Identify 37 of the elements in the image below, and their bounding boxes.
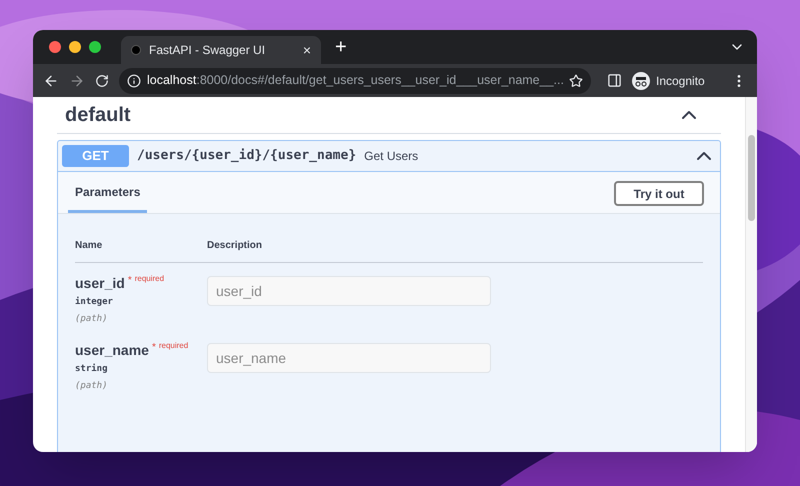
parameter-location: (path) — [75, 380, 109, 392]
endpoint-path: /users/{user_id}/{user_name} — [137, 147, 356, 166]
reload-icon[interactable] — [95, 74, 109, 88]
parameter-name: user_id — [75, 274, 125, 293]
back-icon[interactable] — [43, 72, 59, 88]
required-asterisk: * — [128, 274, 132, 288]
info-icon[interactable] — [127, 74, 141, 88]
url-text: localhost:8000/docs#/default/get_users_users__user_id___user_name__... — [147, 72, 563, 90]
column-header: Description — [207, 239, 262, 253]
side-panel-icon[interactable] — [607, 73, 622, 88]
favicon-icon — [131, 45, 141, 55]
close-tab-button[interactable]: × — [302, 40, 311, 60]
tab-title: FastAPI - Swagger UI — [149, 42, 266, 59]
parameter-location: (path) — [75, 312, 109, 326]
section-title: default — [64, 103, 131, 128]
incognito-icon — [632, 72, 650, 90]
address-bar[interactable]: localhost:8000/docs#/default/get_users_users__user_id___user_name__... — [119, 68, 591, 94]
parameter-type: string — [75, 363, 109, 376]
bookmark-star-icon[interactable] — [569, 74, 583, 88]
parameter-name: user_name — [75, 341, 149, 360]
required-label: required — [134, 273, 164, 285]
incognito-chip[interactable]: Incognito — [632, 72, 705, 90]
browser-tab[interactable]: FastAPI - Swagger UI × — [121, 36, 321, 64]
new-tab-button[interactable]: + — [335, 37, 347, 57]
parameter-input[interactable]: user_name — [207, 343, 491, 373]
parameter-type: integer — [75, 296, 114, 309]
parameters-tab[interactable]: Parameters — [68, 183, 148, 213]
endpoint-summary: Get Users — [364, 148, 418, 165]
method-badge: GET — [62, 145, 129, 167]
forward-icon[interactable] — [69, 72, 85, 88]
profile-label: Incognito — [656, 72, 705, 90]
column-header: Name — [75, 239, 104, 253]
required-label: required — [158, 340, 188, 352]
required-asterisk: * — [152, 341, 156, 355]
parameter-input[interactable]: user_id — [207, 276, 491, 306]
scrollbar[interactable] — [745, 97, 757, 452]
try-it-out-button[interactable]: Try it out — [614, 181, 704, 206]
